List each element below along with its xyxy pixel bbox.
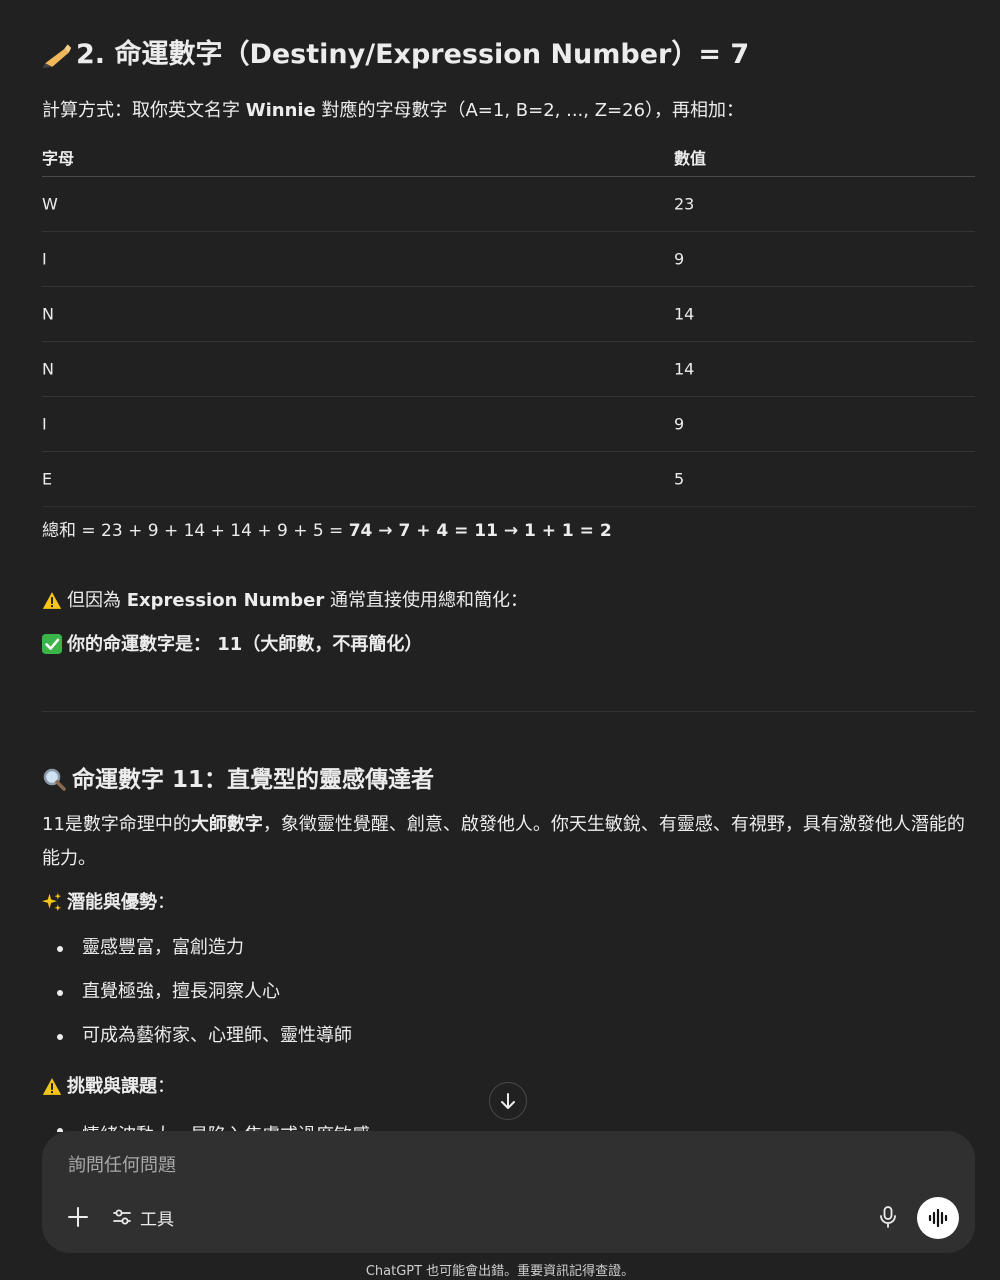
cell-letter: I — [42, 414, 47, 434]
list-item: 可成為藝術家、心理師、靈性導師 — [42, 1014, 352, 1058]
cell-letter: W — [42, 194, 58, 214]
voice-mode-button[interactable] — [917, 1197, 959, 1239]
table-row: N 14 — [42, 287, 975, 342]
section-heading-master-number: 命運數字 11：直覺型的靈感傳達者 — [42, 760, 434, 800]
letter-value-table: 字母 數值 W 23 I 9 N 14 N 14 I 9 E 5 — [42, 138, 975, 507]
cell-letter: I — [42, 249, 47, 269]
sparkles-icon — [42, 892, 62, 912]
disclaimer-footer: ChatGPT 也可能會出錯。重要資訊記得查證。 — [365, 1264, 635, 1279]
warning-icon — [42, 1078, 62, 1095]
microphone-icon — [880, 1206, 896, 1228]
strengths-list: 靈感豐富，富創造力 直覺極強，擅長洞察人心 可成為藝術家、心理師、靈性導師 — [42, 926, 352, 1058]
cell-letter: N — [42, 304, 54, 324]
cell-value: 14 — [674, 359, 695, 379]
sum-line: 總和 = 23 + 9 + 14 + 14 + 9 + 5 = 74 → 7 +… — [42, 521, 612, 541]
message-composer: 工具 — [42, 1131, 975, 1253]
header-letter: 字母 — [42, 149, 75, 168]
warning-icon — [42, 592, 62, 609]
magnifier-icon — [43, 768, 66, 791]
writing-hand-icon — [42, 44, 72, 68]
list-item: 情緒波動大，易陷入焦慮或過度敏感 — [42, 1118, 370, 1132]
dictate-button[interactable] — [874, 1203, 902, 1231]
warning-line: 但因為 Expression Number 通常直接使用總和簡化： — [42, 584, 528, 618]
challenges-title: 挑戰與課題： — [42, 1070, 175, 1104]
header-value: 數值 — [674, 149, 707, 168]
master-number-intro: 11是數字命理中的大師數字，象徵靈性覺醒、創意、啟發他人。你天生敏銳、有靈感、有… — [42, 814, 965, 869]
table-row: I 9 — [42, 397, 975, 452]
sliders-icon — [113, 1209, 131, 1225]
cell-value: 14 — [674, 304, 695, 324]
cell-value: 23 — [674, 194, 695, 214]
strengths-title: 潛能與優勢： — [42, 886, 175, 920]
add-attachment-button[interactable] — [64, 1203, 92, 1231]
cell-value: 9 — [674, 414, 685, 434]
check-mark-icon — [42, 634, 62, 654]
list-item: 直覺極強，擅長洞察人心 — [42, 970, 352, 1014]
cell-value: 9 — [674, 249, 685, 269]
tools-button[interactable]: 工具 — [112, 1201, 174, 1233]
result-line: 你的命運數字是： 11（大師數，不再簡化） — [42, 628, 422, 662]
plus-icon — [68, 1207, 88, 1227]
voice-wave-icon — [928, 1209, 948, 1227]
table-row: I 9 — [42, 232, 975, 287]
section-heading-destiny: 2. 命運數字（Destiny/Expression Number）= 7 — [42, 30, 749, 80]
table-row: N 14 — [42, 342, 975, 397]
table-row: E 5 — [42, 452, 975, 507]
table-row: W 23 — [42, 177, 975, 232]
cell-value: 5 — [674, 469, 685, 489]
cell-letter: E — [42, 469, 53, 489]
list-item: 靈感豐富，富創造力 — [42, 926, 352, 970]
tools-label: 工具 — [140, 1209, 174, 1230]
arrow-down-icon — [501, 1093, 515, 1109]
table-header: 字母 數值 — [42, 138, 975, 177]
calculation-method: 計算方式：取你英文名字 Winnie 對應的字母數字（A=1, B=2, ...… — [42, 100, 745, 121]
prompt-input[interactable] — [66, 1147, 890, 1183]
cell-letter: N — [42, 359, 54, 379]
section-divider — [42, 711, 975, 712]
scroll-to-bottom-button[interactable] — [489, 1082, 527, 1120]
